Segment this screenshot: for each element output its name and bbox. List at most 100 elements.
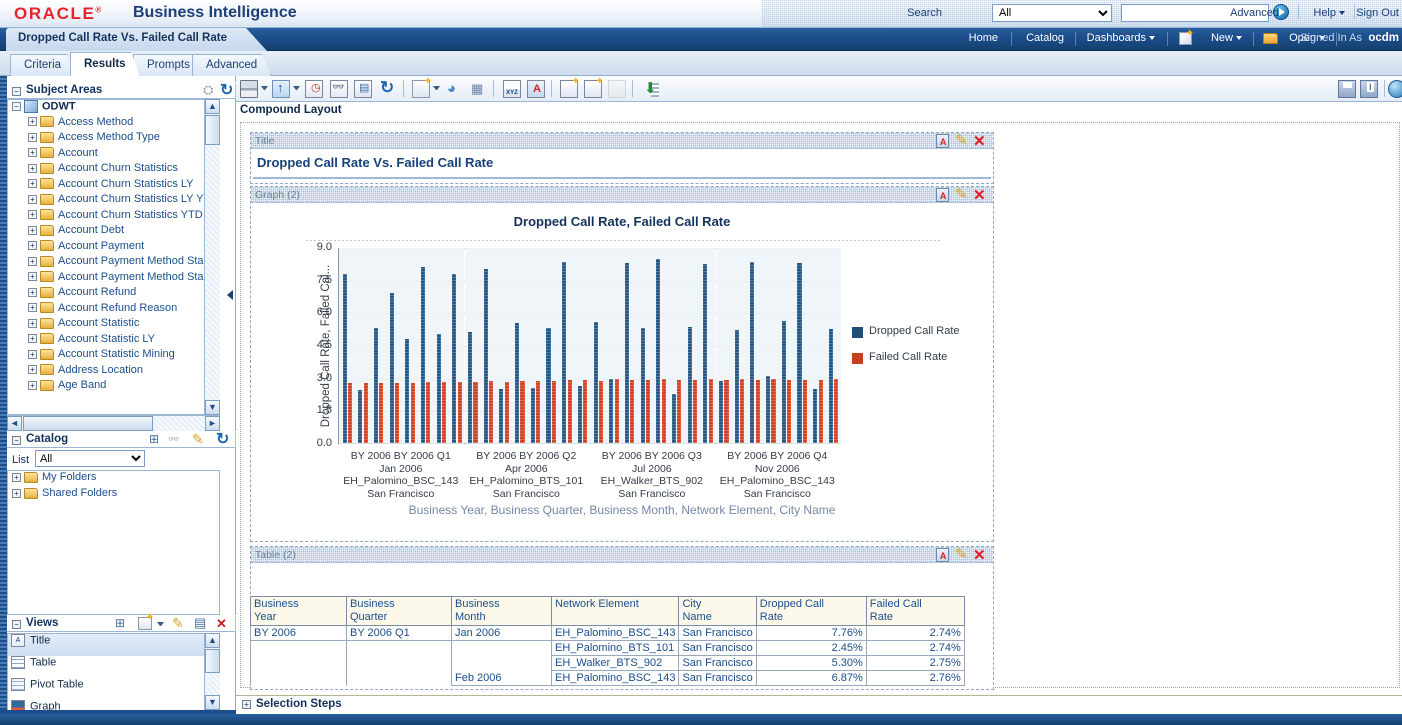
expand-toggle-icon[interactable]: +: [28, 210, 37, 219]
table-column-header[interactable]: Failed CallRate: [866, 597, 964, 626]
nav-dashboards[interactable]: Dashboards: [1087, 32, 1155, 44]
graph-delete-icon[interactable]: [973, 187, 989, 202]
export-icon[interactable]: [272, 80, 290, 98]
export-menu-chevron-icon[interactable]: [293, 86, 300, 93]
scroll-thumb[interactable]: [205, 649, 220, 673]
title-delete-icon[interactable]: [973, 133, 989, 148]
table-cell-city[interactable]: San Francisco: [679, 671, 756, 686]
subject-area-folder[interactable]: +Account Statistic LY: [8, 333, 219, 349]
nav-home[interactable]: Home: [969, 32, 998, 44]
table-cell-city[interactable]: San Francisco: [679, 626, 756, 641]
catalog-tree[interactable]: +My Folders+Shared Folders: [7, 470, 220, 615]
print-menu-chevron-icon[interactable]: [261, 86, 268, 93]
table-edit-icon[interactable]: [954, 547, 970, 562]
nav-catalog[interactable]: Catalog: [1026, 32, 1064, 44]
new-view-chevron-icon[interactable]: [433, 86, 440, 93]
scroll-thumb[interactable]: [205, 115, 220, 145]
catalog-folder[interactable]: +Shared Folders: [8, 487, 219, 503]
selection-steps-expand-toggle[interactable]: +: [242, 700, 251, 709]
views-list-item[interactable]: Table: [8, 656, 211, 678]
scroll-down-icon[interactable]: ▼: [205, 400, 220, 415]
expand-toggle-icon[interactable]: +: [28, 350, 37, 359]
views-add-icon[interactable]: [115, 617, 130, 632]
table-format-icon[interactable]: [935, 547, 951, 562]
subject-area-folder[interactable]: +Account Churn Statistics: [8, 162, 219, 178]
move-down-icon[interactable]: [641, 80, 659, 98]
subject-area-folder[interactable]: +Account Churn Statistics LY YT: [8, 193, 219, 209]
views-list-item[interactable]: Pivot Table: [8, 678, 211, 700]
subject-area-folder[interactable]: +Account Churn Statistics YTD: [8, 209, 219, 225]
refresh-icon[interactable]: [378, 80, 396, 98]
table-column-header[interactable]: CityName: [679, 597, 756, 626]
subject-area-folder[interactable]: +Account Refund: [8, 286, 219, 302]
subject-area-folder[interactable]: +Account Payment Method Sta: [8, 255, 219, 271]
catalog-preview-icon[interactable]: [168, 433, 183, 448]
current-user[interactable]: ocdm: [1368, 32, 1399, 44]
expand-toggle-icon[interactable]: +: [28, 272, 37, 281]
table-row[interactable]: EH_Walker_BTS_902San Francisco5.30%2.75%: [251, 656, 965, 671]
copy-icon[interactable]: [354, 80, 372, 98]
graph-edit-icon[interactable]: [954, 187, 970, 202]
new-view-icon[interactable]: [412, 80, 430, 98]
expand-toggle-icon[interactable]: +: [12, 473, 21, 482]
table-cell-element[interactable]: EH_Palomino_BSC_143: [552, 671, 679, 686]
expand-toggle-icon[interactable]: +: [28, 365, 37, 374]
expand-toggle-icon[interactable]: +: [28, 179, 37, 188]
views-list[interactable]: ATitleTablePivot TableGraph: [7, 633, 212, 710]
views-delete-icon[interactable]: [216, 617, 231, 632]
expand-toggle-icon[interactable]: +: [28, 226, 37, 235]
catalog-list-select[interactable]: All: [35, 450, 145, 467]
table-cell-city[interactable]: San Francisco: [679, 656, 756, 671]
table-cell-city[interactable]: San Francisco: [679, 641, 756, 656]
expand-toggle-icon[interactable]: +: [28, 195, 37, 204]
subject-area-folder[interactable]: +Account Debt: [8, 224, 219, 240]
help-link[interactable]: Help: [1313, 7, 1345, 19]
views-list-item[interactable]: Graph: [8, 700, 211, 710]
new-group-icon[interactable]: [584, 80, 602, 98]
save-icon[interactable]: [1338, 80, 1356, 98]
table-column-header[interactable]: BusinessMonth: [452, 597, 552, 626]
subject-areas-vertical-scrollbar[interactable]: ▲ ▼: [204, 99, 220, 415]
subject-area-folder[interactable]: +Account Statistic Mining: [8, 348, 219, 364]
table-cell-element[interactable]: EH_Palomino_BTS_101: [552, 641, 679, 656]
subject-areas-refresh-icon[interactable]: [220, 84, 235, 99]
help-globe-icon[interactable]: [1388, 80, 1402, 98]
subject-areas-collapse-toggle[interactable]: −: [12, 87, 21, 96]
expand-toggle-icon[interactable]: +: [28, 164, 37, 173]
views-list-item[interactable]: ATitle: [8, 634, 211, 656]
schedule-icon[interactable]: [305, 80, 323, 98]
catalog-refresh-icon[interactable]: [216, 433, 231, 448]
subject-areas-horizontal-scrollbar[interactable]: ◄ ►: [7, 415, 220, 431]
expand-toggle-icon[interactable]: +: [28, 288, 37, 297]
catalog-edit-icon[interactable]: [191, 433, 206, 448]
subject-area-folder[interactable]: +Account: [8, 147, 219, 163]
catalog-folder[interactable]: +My Folders: [8, 471, 219, 487]
subject-area-folder[interactable]: +Account Payment: [8, 240, 219, 256]
views-collapse-toggle[interactable]: −: [12, 620, 21, 629]
new-calculated-item-icon[interactable]: [560, 80, 578, 98]
expand-toggle-icon[interactable]: +: [28, 148, 37, 157]
tab-advanced[interactable]: Advanced: [192, 54, 271, 76]
catalog-collapse-toggle[interactable]: −: [12, 436, 21, 445]
tab-criteria[interactable]: Criteria: [10, 54, 75, 76]
scroll-left-icon[interactable]: ◄: [7, 416, 22, 431]
catalog-add-icon[interactable]: [149, 433, 164, 448]
subject-area-folder[interactable]: +Age Band: [8, 379, 219, 395]
subject-area-folder[interactable]: +Access Method Type: [8, 131, 219, 147]
title-view-block[interactable]: Title Dropped Call Rate Vs. Failed Call …: [250, 132, 994, 184]
expand-toggle-icon[interactable]: +: [28, 117, 37, 126]
expand-toggle-icon[interactable]: −: [12, 102, 21, 111]
table-column-header[interactable]: BusinessYear: [251, 597, 347, 626]
subject-area-root[interactable]: −ODWT: [8, 100, 219, 116]
subject-area-folder[interactable]: +Account Statistic: [8, 317, 219, 333]
views-vertical-scrollbar[interactable]: ▲ ▼: [204, 633, 220, 710]
scroll-thumb-h[interactable]: [23, 416, 153, 431]
save-as-icon[interactable]: [1360, 80, 1378, 98]
table-cell-element[interactable]: EH_Palomino_BSC_143: [552, 626, 679, 641]
table-column-header[interactable]: BusinessQuarter: [347, 597, 452, 626]
advanced-link[interactable]: Advanced: [1230, 7, 1279, 19]
group-view-icon[interactable]: [469, 80, 487, 98]
views-new-chevron-icon[interactable]: [157, 622, 164, 629]
subject-area-folder[interactable]: +Account Refund Reason: [8, 302, 219, 318]
table-column-header[interactable]: Network Element: [552, 597, 679, 626]
